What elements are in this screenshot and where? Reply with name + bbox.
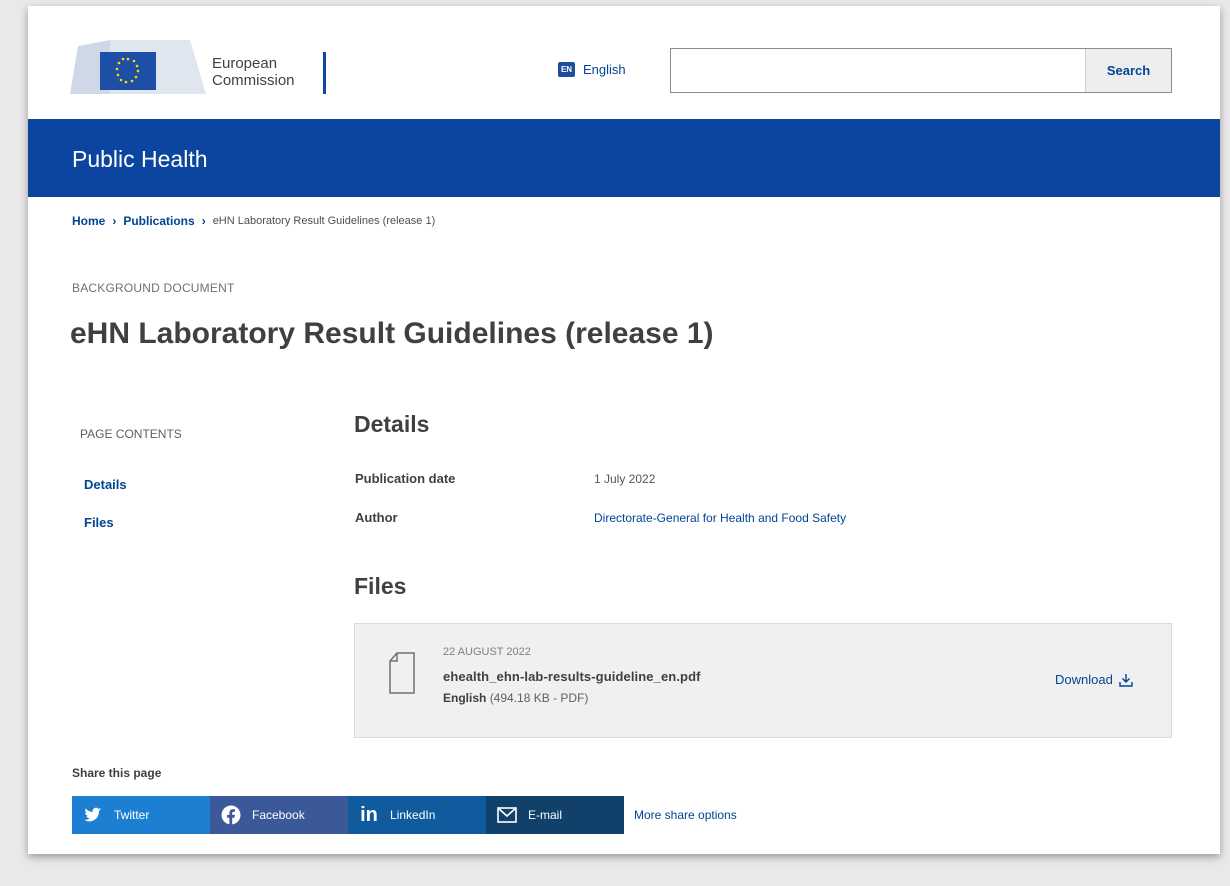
language-badge-icon: EN: [558, 62, 575, 77]
page-title: eHN Laboratory Result Guidelines (releas…: [70, 317, 714, 350]
site-title[interactable]: Public Health: [72, 146, 208, 173]
logo-line1: European: [212, 55, 278, 72]
linkedin-icon: in: [360, 803, 378, 826]
envelope-icon: [496, 804, 518, 826]
toc-item-files[interactable]: Files: [84, 515, 114, 530]
search-button[interactable]: Search: [1085, 49, 1171, 92]
language-selector[interactable]: EN English: [558, 62, 626, 77]
file-size: (494.18 KB - PDF): [489, 691, 589, 705]
share-buttons: Twitter Facebook in LinkedIn E-mail More…: [72, 796, 737, 834]
author-value: Directorate-General for Health and Food …: [594, 511, 846, 525]
share-email-button[interactable]: E-mail: [486, 796, 624, 834]
facebook-icon: [220, 804, 242, 826]
more-share-options-link[interactable]: More share options: [634, 808, 737, 822]
share-twitter-button[interactable]: Twitter: [72, 796, 210, 834]
logo-text: European Commission: [212, 55, 295, 89]
file-meta: English (494.18 KB - PDF): [443, 691, 588, 705]
logo-building-icon: [70, 40, 206, 94]
search-form: Search: [670, 48, 1172, 93]
file-card: 22 AUGUST 2022 ehealth_ehn-lab-results-g…: [354, 623, 1172, 738]
share-email-label: E-mail: [528, 808, 563, 822]
file-date: 22 AUGUST 2022: [443, 646, 531, 658]
breadcrumb: Home › Publications › eHN Laboratory Res…: [72, 214, 435, 228]
author-label: Author: [355, 510, 398, 525]
share-title: Share this page: [72, 766, 162, 780]
document-type: BACKGROUND DOCUMENT: [72, 281, 235, 295]
download-label: Download: [1055, 672, 1113, 687]
breadcrumb-home[interactable]: Home: [72, 214, 105, 228]
author-link[interactable]: Directorate-General for Health and Food …: [594, 511, 846, 525]
download-icon: [1119, 673, 1133, 687]
details-heading: Details: [354, 411, 430, 437]
share-facebook-label: Facebook: [252, 808, 305, 822]
file-name: ehealth_ehn-lab-results-guideline_en.pdf: [443, 669, 701, 684]
share-linkedin-label: LinkedIn: [390, 808, 436, 822]
chevron-right-icon: ›: [201, 214, 206, 228]
files-heading: Files: [354, 573, 407, 599]
logo-line2: Commission: [212, 72, 295, 89]
share-twitter-label: Twitter: [114, 808, 150, 822]
site-header: European Commission EN English Search: [28, 6, 1220, 118]
search-input[interactable]: [671, 49, 1085, 92]
logo-divider: [323, 52, 326, 94]
language-label: English: [583, 62, 626, 77]
file-icon: [389, 652, 415, 694]
toc-title: PAGE CONTENTS: [80, 427, 182, 441]
twitter-icon: [82, 804, 104, 826]
site-banner: Public Health: [28, 119, 1220, 197]
breadcrumb-current: eHN Laboratory Result Guidelines (releas…: [212, 215, 436, 227]
share-facebook-button[interactable]: Facebook: [210, 796, 348, 834]
toc-item-details[interactable]: Details: [84, 477, 127, 492]
share-linkedin-button[interactable]: in LinkedIn: [348, 796, 486, 834]
file-language: English: [443, 691, 487, 705]
breadcrumb-publications[interactable]: Publications: [123, 214, 194, 228]
chevron-right-icon: ›: [112, 214, 117, 228]
publication-date-value: 1 July 2022: [594, 472, 656, 486]
publication-date-label: Publication date: [355, 471, 456, 486]
page: European Commission EN English Search Pu…: [28, 6, 1220, 854]
download-button[interactable]: Download: [1055, 672, 1133, 687]
ec-logo[interactable]: European Commission: [70, 24, 350, 94]
